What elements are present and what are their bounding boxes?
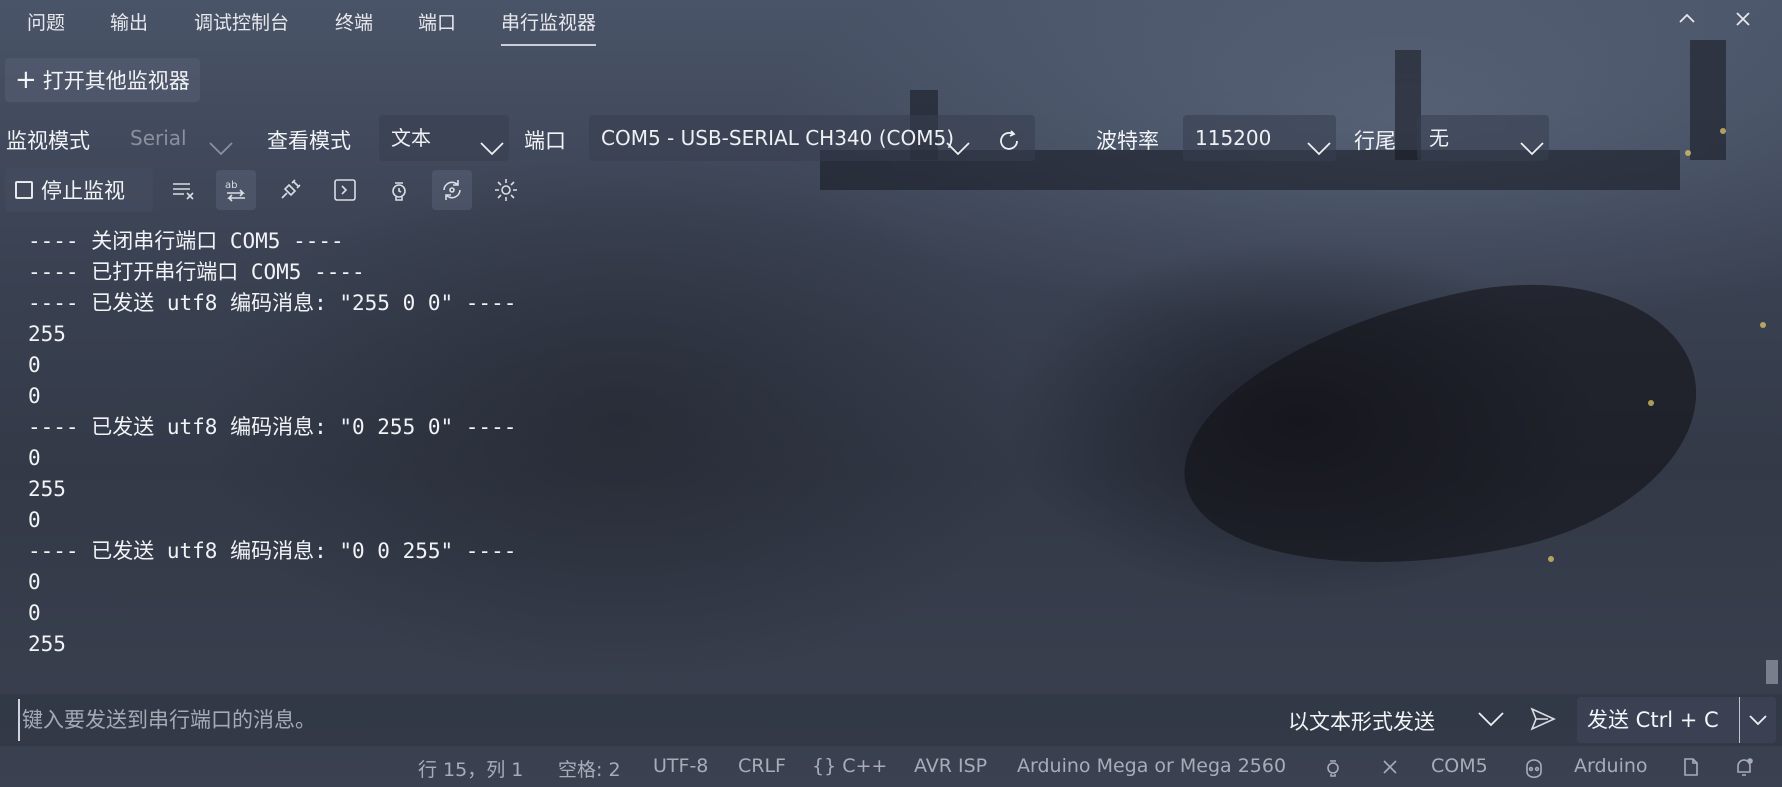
output-line: ---- 关闭串行端口 COM5 ---- — [28, 229, 344, 253]
language-mode[interactable]: {} C++ — [812, 755, 887, 777]
baud-rate-select[interactable]: 115200 — [1183, 115, 1336, 161]
monitor-mode-value: Serial — [130, 126, 187, 150]
panel-tab-bar: 问题 输出 调试控制台 终端 端口 串行监视器 — [0, 0, 1782, 46]
chevron-down-icon — [1306, 128, 1331, 156]
baud-rate-value: 115200 — [1195, 126, 1272, 150]
open-other-monitor-button[interactable]: + 打开其他监视器 — [5, 58, 200, 102]
chevron-down-icon — [1749, 715, 1767, 726]
output-line: ---- 已发送 utf8 编码消息: "0 255 0" ---- — [28, 415, 517, 439]
chevron-down-icon — [1519, 128, 1544, 156]
stop-monitor-button[interactable]: 停止监视 — [5, 168, 153, 212]
output-line: 255 — [28, 322, 66, 346]
end-of-line[interactable]: CRLF — [738, 755, 786, 777]
cursor-position[interactable]: 行 15，列 1 — [418, 755, 523, 782]
line-ending-value: 无 — [1429, 126, 1449, 150]
terminal-icon[interactable] — [325, 170, 365, 210]
close-icon[interactable] — [1728, 8, 1758, 38]
stop-square-icon — [15, 181, 33, 199]
settings-gear-icon[interactable] — [486, 170, 526, 210]
output-line: 0 — [28, 508, 41, 532]
chevron-down-icon — [945, 128, 970, 156]
output-line: 0 — [28, 384, 41, 408]
output-line: 0 — [28, 353, 41, 377]
send-format-label[interactable]: 以文本形式发送 — [1288, 706, 1435, 736]
indentation[interactable]: 空格: 2 — [558, 755, 621, 782]
tab-problems[interactable]: 问题 — [27, 0, 65, 46]
auto-scroll-icon[interactable] — [432, 170, 472, 210]
message-input[interactable] — [18, 699, 1278, 741]
close-icon[interactable] — [1379, 755, 1401, 778]
baud-rate-label: 波特率 — [1096, 129, 1159, 153]
output-line: ---- 已打开串行端口 COM5 ---- — [28, 260, 365, 284]
tab-output[interactable]: 输出 — [110, 0, 148, 46]
monitor-mode-select[interactable]: Serial — [118, 115, 238, 161]
copilot-icon[interactable] — [1523, 755, 1545, 778]
svg-text:ab: ab — [225, 180, 237, 191]
notifications-bell-icon[interactable] — [1733, 755, 1755, 778]
tab-serial-monitor[interactable]: 串行监视器 — [501, 0, 597, 46]
send-icon[interactable] — [1528, 704, 1558, 734]
refresh-icon[interactable] — [995, 125, 1023, 153]
monitor-toolbar: 停止监视 ab — [0, 168, 1782, 212]
word-wrap-icon[interactable]: ab — [216, 170, 256, 210]
serial-monitor-status-icon[interactable] — [1322, 755, 1344, 778]
plus-icon: + — [15, 65, 37, 95]
output-line: 0 — [28, 446, 41, 470]
output-line: 255 — [28, 632, 66, 656]
message-input-row: 以文本形式发送 发送 Ctrl + C — [0, 694, 1782, 746]
serial-output: ---- 关闭串行端口 COM5 ---- ---- 已打开串行端口 COM5 -… — [28, 226, 1748, 656]
output-line: ---- 已发送 utf8 编码消息: "255 0 0" ---- — [28, 291, 517, 315]
clear-output-icon[interactable] — [163, 170, 203, 210]
chevron-down-icon — [479, 128, 504, 156]
arduino-status[interactable]: Arduino — [1574, 755, 1648, 777]
chevron-up-icon[interactable] — [1672, 8, 1702, 38]
line-ending-select[interactable]: 无 — [1417, 115, 1549, 161]
send-options-button[interactable] — [1739, 697, 1776, 743]
stop-monitor-label: 停止监视 — [41, 179, 125, 203]
port-select[interactable]: COM5 - USB-SERIAL CH340 (COM5) — [589, 115, 1035, 161]
document-icon[interactable] — [1680, 755, 1702, 778]
chevron-down-icon[interactable] — [1476, 708, 1506, 734]
port-label: 端口 — [524, 129, 566, 153]
view-mode-select[interactable]: 文本 — [379, 115, 509, 161]
output-line: 255 — [28, 477, 66, 501]
board-name[interactable]: Arduino Mega or Mega 2560 — [1017, 755, 1286, 777]
port-status[interactable]: COM5 — [1431, 755, 1488, 777]
view-mode-value: 文本 — [391, 126, 431, 150]
view-mode-label: 查看模式 — [267, 129, 351, 153]
tab-terminal[interactable]: 终端 — [335, 0, 373, 46]
output-line: 0 — [28, 570, 41, 594]
line-ending-label: 行尾 — [1354, 129, 1396, 153]
open-other-monitor-label: 打开其他监视器 — [42, 69, 190, 93]
scrollbar-thumb[interactable] — [1766, 660, 1778, 684]
status-bar: 行 15，列 1 空格: 2 UTF-8 CRLF {} C++ AVR ISP… — [0, 746, 1782, 787]
monitor-settings-row: 监视模式 Serial 查看模式 文本 端口 COM5 - USB-SERIAL… — [0, 115, 1782, 161]
tab-ports[interactable]: 端口 — [418, 0, 456, 46]
tab-debug-console[interactable]: 调试控制台 — [194, 0, 289, 46]
monitor-mode-label: 监视模式 — [6, 129, 90, 153]
output-line: ---- 已发送 utf8 编码消息: "0 0 255" ---- — [28, 539, 517, 563]
output-line: 0 — [28, 601, 41, 625]
programmer[interactable]: AVR ISP — [914, 755, 987, 777]
file-encoding[interactable]: UTF-8 — [653, 755, 708, 777]
plug-icon[interactable] — [270, 170, 310, 210]
port-value: COM5 - USB-SERIAL CH340 (COM5) — [601, 126, 955, 150]
chevron-down-icon — [208, 128, 233, 156]
send-button[interactable]: 发送 Ctrl + C — [1577, 697, 1739, 743]
timestamp-icon[interactable] — [379, 170, 419, 210]
